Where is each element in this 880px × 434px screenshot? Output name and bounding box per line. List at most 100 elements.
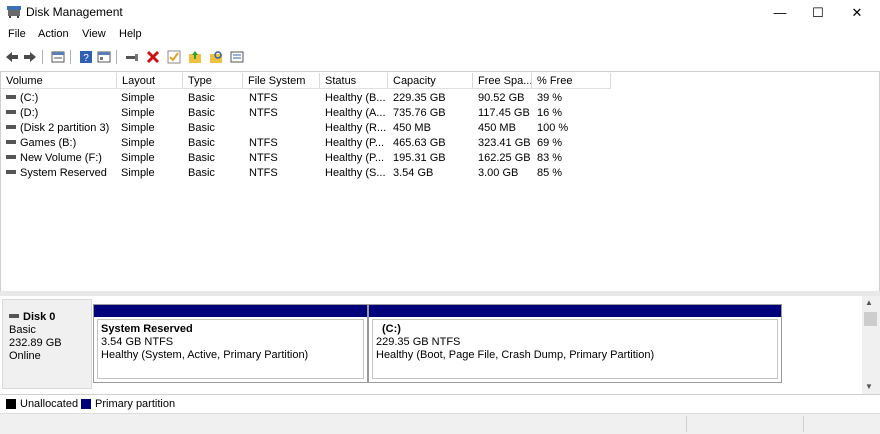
menu-file[interactable]: File <box>8 28 26 40</box>
type-cell: Basic <box>188 122 215 134</box>
free-space-cell: 323.41 GB <box>478 137 531 149</box>
column-header-percent-free[interactable]: % Free <box>532 73 611 89</box>
table-row[interactable]: New Volume (F:) Simple Basic NTFS Health… <box>1 151 879 166</box>
partition-bar <box>94 305 367 317</box>
partition-system-reserved[interactable]: System Reserved 3.54 GB NTFS Healthy (Sy… <box>93 304 368 383</box>
folder-search-icon[interactable] <box>208 49 224 65</box>
window-title: Disk Management <box>26 5 123 19</box>
disk-map-scrollbar[interactable]: ▲ ▼ <box>862 296 880 394</box>
layout-cell: Simple <box>121 167 155 179</box>
scroll-thumb[interactable] <box>864 312 877 326</box>
percent-free-cell: 69 % <box>537 137 563 149</box>
capacity-cell: 229.35 GB <box>393 92 446 104</box>
properties-icon[interactable] <box>50 49 66 65</box>
file-system-cell: NTFS <box>249 107 278 119</box>
file-system-cell: NTFS <box>249 152 278 164</box>
table-row[interactable]: Games (B:) Simple Basic NTFS Healthy (P.… <box>1 136 879 151</box>
menu-action[interactable]: Action <box>38 28 69 40</box>
check-icon[interactable] <box>166 49 182 65</box>
status-cell: Healthy (P... <box>325 152 385 164</box>
menu-view[interactable]: View <box>82 28 106 40</box>
layout-cell: Simple <box>121 137 155 149</box>
delete-icon[interactable] <box>145 49 161 65</box>
file-system-cell: NTFS <box>249 92 278 104</box>
legend-primary-partition: Primary partition <box>95 398 176 410</box>
legend-unallocated: Unallocated <box>20 398 79 410</box>
volume-cell: Games (B:) <box>6 136 76 151</box>
column-header-type[interactable]: Type <box>183 73 243 89</box>
disk-map: Disk 0 Basic 232.89 GB Online System Res… <box>0 296 862 394</box>
volume-cell: System Reserved <box>6 166 107 181</box>
forward-icon[interactable] <box>22 49 38 65</box>
layout-cell: Simple <box>121 107 155 119</box>
percent-free-cell: 100 % <box>537 122 569 134</box>
toolbar-separator <box>70 50 71 64</box>
help-icon[interactable]: ? <box>78 49 94 65</box>
disk-management-app-icon <box>7 6 21 18</box>
partition-status: Healthy (System, Active, Primary Partiti… <box>101 349 309 361</box>
capacity-cell: 450 MB <box>393 122 431 134</box>
table-row[interactable]: (D:) Simple Basic NTFS Healthy (A... 735… <box>1 106 879 121</box>
partition-name: System Reserved <box>101 323 193 335</box>
toolbar-separator <box>116 50 117 64</box>
console-tree-icon[interactable] <box>96 49 112 65</box>
layout-cell: Simple <box>121 92 155 104</box>
scroll-down-icon[interactable]: ▼ <box>865 382 873 391</box>
type-cell: Basic <box>188 107 215 119</box>
capacity-cell: 465.63 GB <box>393 137 446 149</box>
column-header-free-space[interactable]: Free Spa... <box>473 73 532 89</box>
table-row[interactable]: (Disk 2 partition 3) Simple Basic Health… <box>1 121 879 136</box>
volume-cell: New Volume (F:) <box>6 151 102 166</box>
type-cell: Basic <box>188 167 215 179</box>
column-header-capacity[interactable]: Capacity <box>388 73 473 89</box>
toolbar-separator <box>42 50 43 64</box>
percent-free-cell: 85 % <box>537 167 563 179</box>
disk-state: Online <box>9 350 41 362</box>
free-space-cell: 3.00 GB <box>478 167 519 179</box>
status-cell: Healthy (R... <box>325 122 387 134</box>
volume-icon <box>6 125 16 130</box>
column-header-file-system[interactable]: File System <box>243 73 320 89</box>
partition-details: System Reserved 3.54 GB NTFS Healthy (Sy… <box>97 319 364 379</box>
column-header-volume[interactable]: Volume <box>1 73 117 89</box>
partition-c[interactable]: (C:) 229.35 GB NTFS Healthy (Boot, Page … <box>368 304 782 383</box>
file-system-cell: NTFS <box>249 137 278 149</box>
file-system-cell: NTFS <box>249 167 278 179</box>
layout-cell: Simple <box>121 152 155 164</box>
disk-size: 232.89 GB <box>9 337 62 349</box>
volume-list: Volume Layout Type File System Status Ca… <box>0 72 880 292</box>
table-row[interactable]: System Reserved Simple Basic NTFS Health… <box>1 166 879 181</box>
partition-bar <box>369 305 781 317</box>
partition-size: 3.54 GB NTFS <box>101 336 174 348</box>
back-icon[interactable] <box>4 49 20 65</box>
partition-status: Healthy (Boot, Page File, Crash Dump, Pr… <box>376 349 655 361</box>
connect-icon[interactable] <box>124 49 140 65</box>
disk-type: Basic <box>9 324 36 336</box>
volume-icon <box>6 110 16 115</box>
percent-free-cell: 16 % <box>537 107 563 119</box>
status-cell: Healthy (B... <box>325 92 386 104</box>
volume-icon <box>6 170 16 175</box>
percent-free-cell: 39 % <box>537 92 563 104</box>
type-cell: Basic <box>188 92 215 104</box>
close-button[interactable]: ✕ <box>834 0 880 25</box>
free-space-cell: 90.52 GB <box>478 92 525 104</box>
disk-label[interactable]: Disk 0 Basic 232.89 GB Online <box>2 299 92 389</box>
primary-partition-swatch <box>81 399 91 409</box>
column-header-status[interactable]: Status <box>320 73 388 89</box>
layout-cell: Simple <box>121 122 155 134</box>
legend: Unallocated Primary partition <box>0 394 880 413</box>
settings-list-icon[interactable] <box>229 49 245 65</box>
table-row[interactable]: (C:) Simple Basic NTFS Healthy (B... 229… <box>1 91 879 106</box>
partition-name: (C:) <box>382 323 401 335</box>
status-bar <box>0 413 880 434</box>
column-header-layout[interactable]: Layout <box>117 73 183 89</box>
folder-up-icon[interactable] <box>187 49 203 65</box>
capacity-cell: 735.76 GB <box>393 107 446 119</box>
scroll-up-icon[interactable]: ▲ <box>865 298 873 307</box>
percent-free-cell: 83 % <box>537 152 563 164</box>
free-space-cell: 117.45 GB <box>478 107 530 119</box>
status-cell: Healthy (S... <box>325 167 386 179</box>
menu-help[interactable]: Help <box>119 28 142 40</box>
volume-icon <box>6 95 16 100</box>
